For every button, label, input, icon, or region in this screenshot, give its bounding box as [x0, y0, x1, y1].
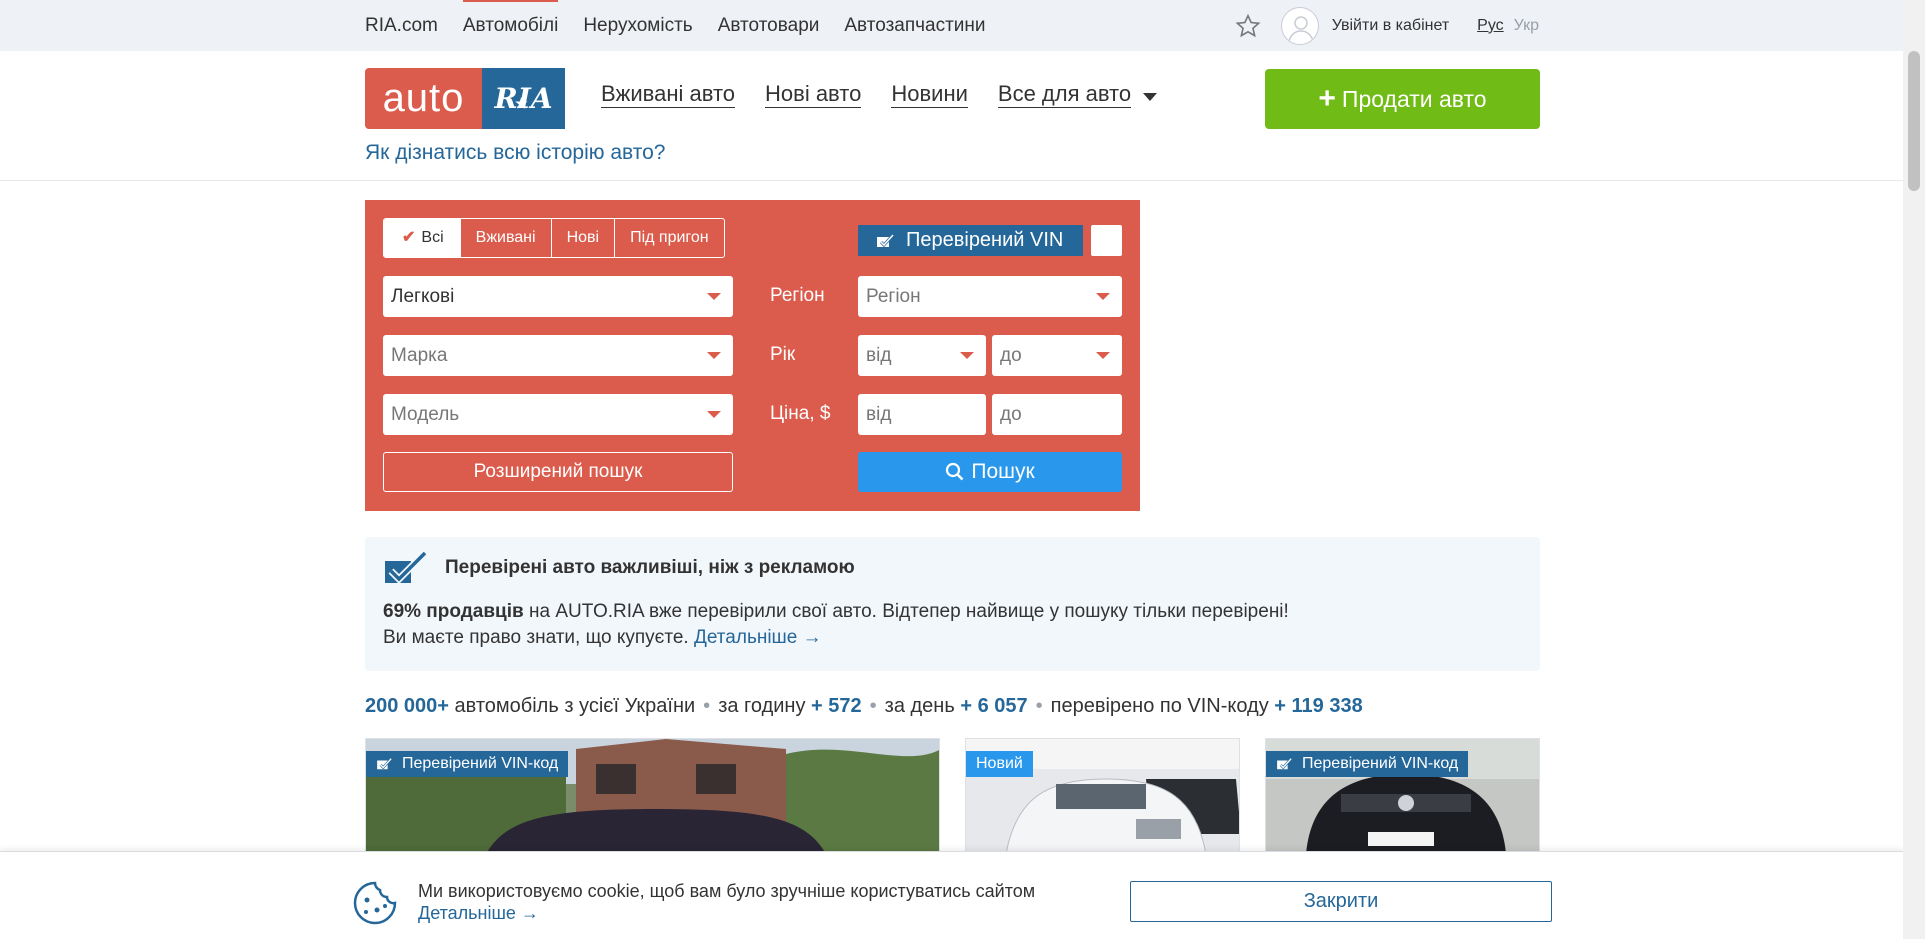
- brand-select[interactable]: Марка: [383, 335, 733, 376]
- page-scrollbar[interactable]: [1903, 0, 1925, 939]
- promo-text2: Ви маєте право знати, що купуєте.: [383, 627, 694, 648]
- advanced-search-button[interactable]: Розширений пошук: [383, 452, 733, 492]
- toplink-auto[interactable]: Автомобілі: [462, 0, 559, 51]
- stats-hour: + 572: [811, 695, 862, 717]
- model-select[interactable]: Модель: [383, 394, 733, 435]
- favorites-star-icon[interactable]: [1235, 13, 1261, 39]
- year-to-select[interactable]: до: [992, 335, 1122, 376]
- plus-icon: +: [1318, 82, 1336, 115]
- search-icon: [946, 462, 964, 481]
- verified-shield-icon: [1277, 757, 1293, 770]
- avatar-icon[interactable]: [1280, 6, 1319, 45]
- year-from-select[interactable]: від: [858, 335, 986, 376]
- search-tabs: ✔ Всі Вживані Нові Під пригон: [383, 218, 725, 258]
- stats-total: 200 000+: [365, 695, 449, 717]
- toplink-autogoods[interactable]: Автотовари: [718, 0, 820, 51]
- scrollbar-thumb[interactable]: [1908, 51, 1920, 191]
- chevron-down-icon: [960, 352, 974, 359]
- stats-line: 200 000+ автомобіль з усієї України • за г…: [365, 695, 1363, 717]
- toplink-ria[interactable]: RIA.com: [365, 0, 438, 51]
- verified-check-icon: [385, 551, 428, 584]
- lang-uk-current: Укр: [1513, 16, 1539, 34]
- verified-shield-icon: [377, 757, 393, 770]
- price-to-input[interactable]: до: [992, 394, 1122, 435]
- price-from-input[interactable]: від: [858, 394, 986, 435]
- promo-text1: на AUTO.RIA вже перевірили свої авто. Ві…: [523, 601, 1289, 622]
- main-nav: Вживані авто Нові авто Новини Все для ав…: [601, 81, 1158, 108]
- toplink-autoparts[interactable]: Автозапчастини: [844, 0, 985, 51]
- top-bar: RIA.com Автомобілі Нерухомість Автотовар…: [0, 0, 1903, 51]
- promo-more-link[interactable]: Детальніше →: [694, 627, 822, 648]
- cookie-close-button[interactable]: Закрити: [1130, 881, 1552, 922]
- verified-vin-label[interactable]: Перевірений VIN: [858, 225, 1083, 256]
- sell-car-button[interactable]: + Продати авто: [1265, 69, 1540, 129]
- listing-card[interactable]: Перевірений VIN-код: [1265, 738, 1540, 853]
- tab-new[interactable]: Нові: [550, 219, 615, 257]
- history-link[interactable]: Як дізнатись всю історію авто?: [365, 141, 665, 165]
- nav-used-cars[interactable]: Вживані авто: [601, 81, 736, 108]
- verified-shield-icon: [877, 233, 895, 247]
- promo-title: Перевірені авто важливіші, ніж з рекламо…: [445, 557, 855, 578]
- chevron-down-icon: [707, 411, 721, 418]
- cookie-more-link[interactable]: Детальніше →: [418, 903, 539, 923]
- stats-day: + 6 057: [960, 695, 1028, 717]
- lang-ru-link[interactable]: Рус: [1477, 17, 1504, 35]
- listing-card[interactable]: Перевірений VIN-код: [365, 738, 940, 853]
- tab-import[interactable]: Під пригон: [614, 219, 724, 257]
- cookie-text: Ми використовуємо cookie, щоб вам було з…: [418, 881, 1036, 901]
- cookie-icon: [353, 881, 397, 925]
- search-button[interactable]: Пошук: [858, 452, 1122, 492]
- chevron-down-icon: [707, 293, 721, 300]
- vehicle-type-select[interactable]: Легкові: [383, 276, 733, 317]
- toplink-realty[interactable]: Нерухомість: [583, 0, 692, 51]
- nav-all-for-auto[interactable]: Все для авто: [997, 81, 1132, 108]
- listing-card[interactable]: Новий: [965, 738, 1240, 853]
- chevron-down-icon: [1096, 352, 1110, 359]
- new-badge: Новий: [966, 751, 1033, 777]
- chevron-down-icon: [707, 352, 721, 359]
- year-label: Рік: [770, 344, 796, 365]
- site-header: auto ★ RIA Вживані авто Нові авто Новини …: [0, 51, 1903, 181]
- verified-vin-badge: Перевірений VIN-код: [1266, 751, 1469, 777]
- tab-used[interactable]: Вживані: [459, 219, 551, 257]
- login-link[interactable]: Увійти в кабінет: [1332, 17, 1449, 35]
- verified-promo-banner: Перевірені авто важливіші, ніж з рекламо…: [365, 537, 1540, 671]
- region-select[interactable]: Регіон: [858, 276, 1122, 317]
- verified-vin-checkbox[interactable]: [1091, 225, 1122, 256]
- region-label: Регіон: [770, 285, 825, 306]
- promo-bold: 69% продавців: [383, 601, 524, 622]
- autoria-logo[interactable]: auto ★ RIA: [365, 68, 565, 129]
- logo-auto-text: auto: [365, 68, 482, 129]
- tab-all[interactable]: ✔ Всі: [384, 219, 460, 257]
- cookie-banner: Ми використовуємо cookie, щоб вам було з…: [0, 851, 1903, 939]
- price-label: Ціна, $: [770, 403, 831, 424]
- check-icon: ✔: [402, 229, 416, 246]
- verified-vin-badge: Перевірений VIN-код: [366, 751, 569, 777]
- logo-star-icon: ★: [515, 96, 528, 112]
- stats-vin: + 119 338: [1274, 695, 1363, 717]
- search-panel: ✔ Всі Вживані Нові Під пригон Перевірений…: [365, 200, 1140, 511]
- chevron-down-icon: [1096, 293, 1110, 300]
- nav-news[interactable]: Новини: [891, 81, 968, 108]
- chevron-down-icon[interactable]: [1143, 92, 1158, 101]
- nav-new-cars[interactable]: Нові авто: [765, 81, 862, 108]
